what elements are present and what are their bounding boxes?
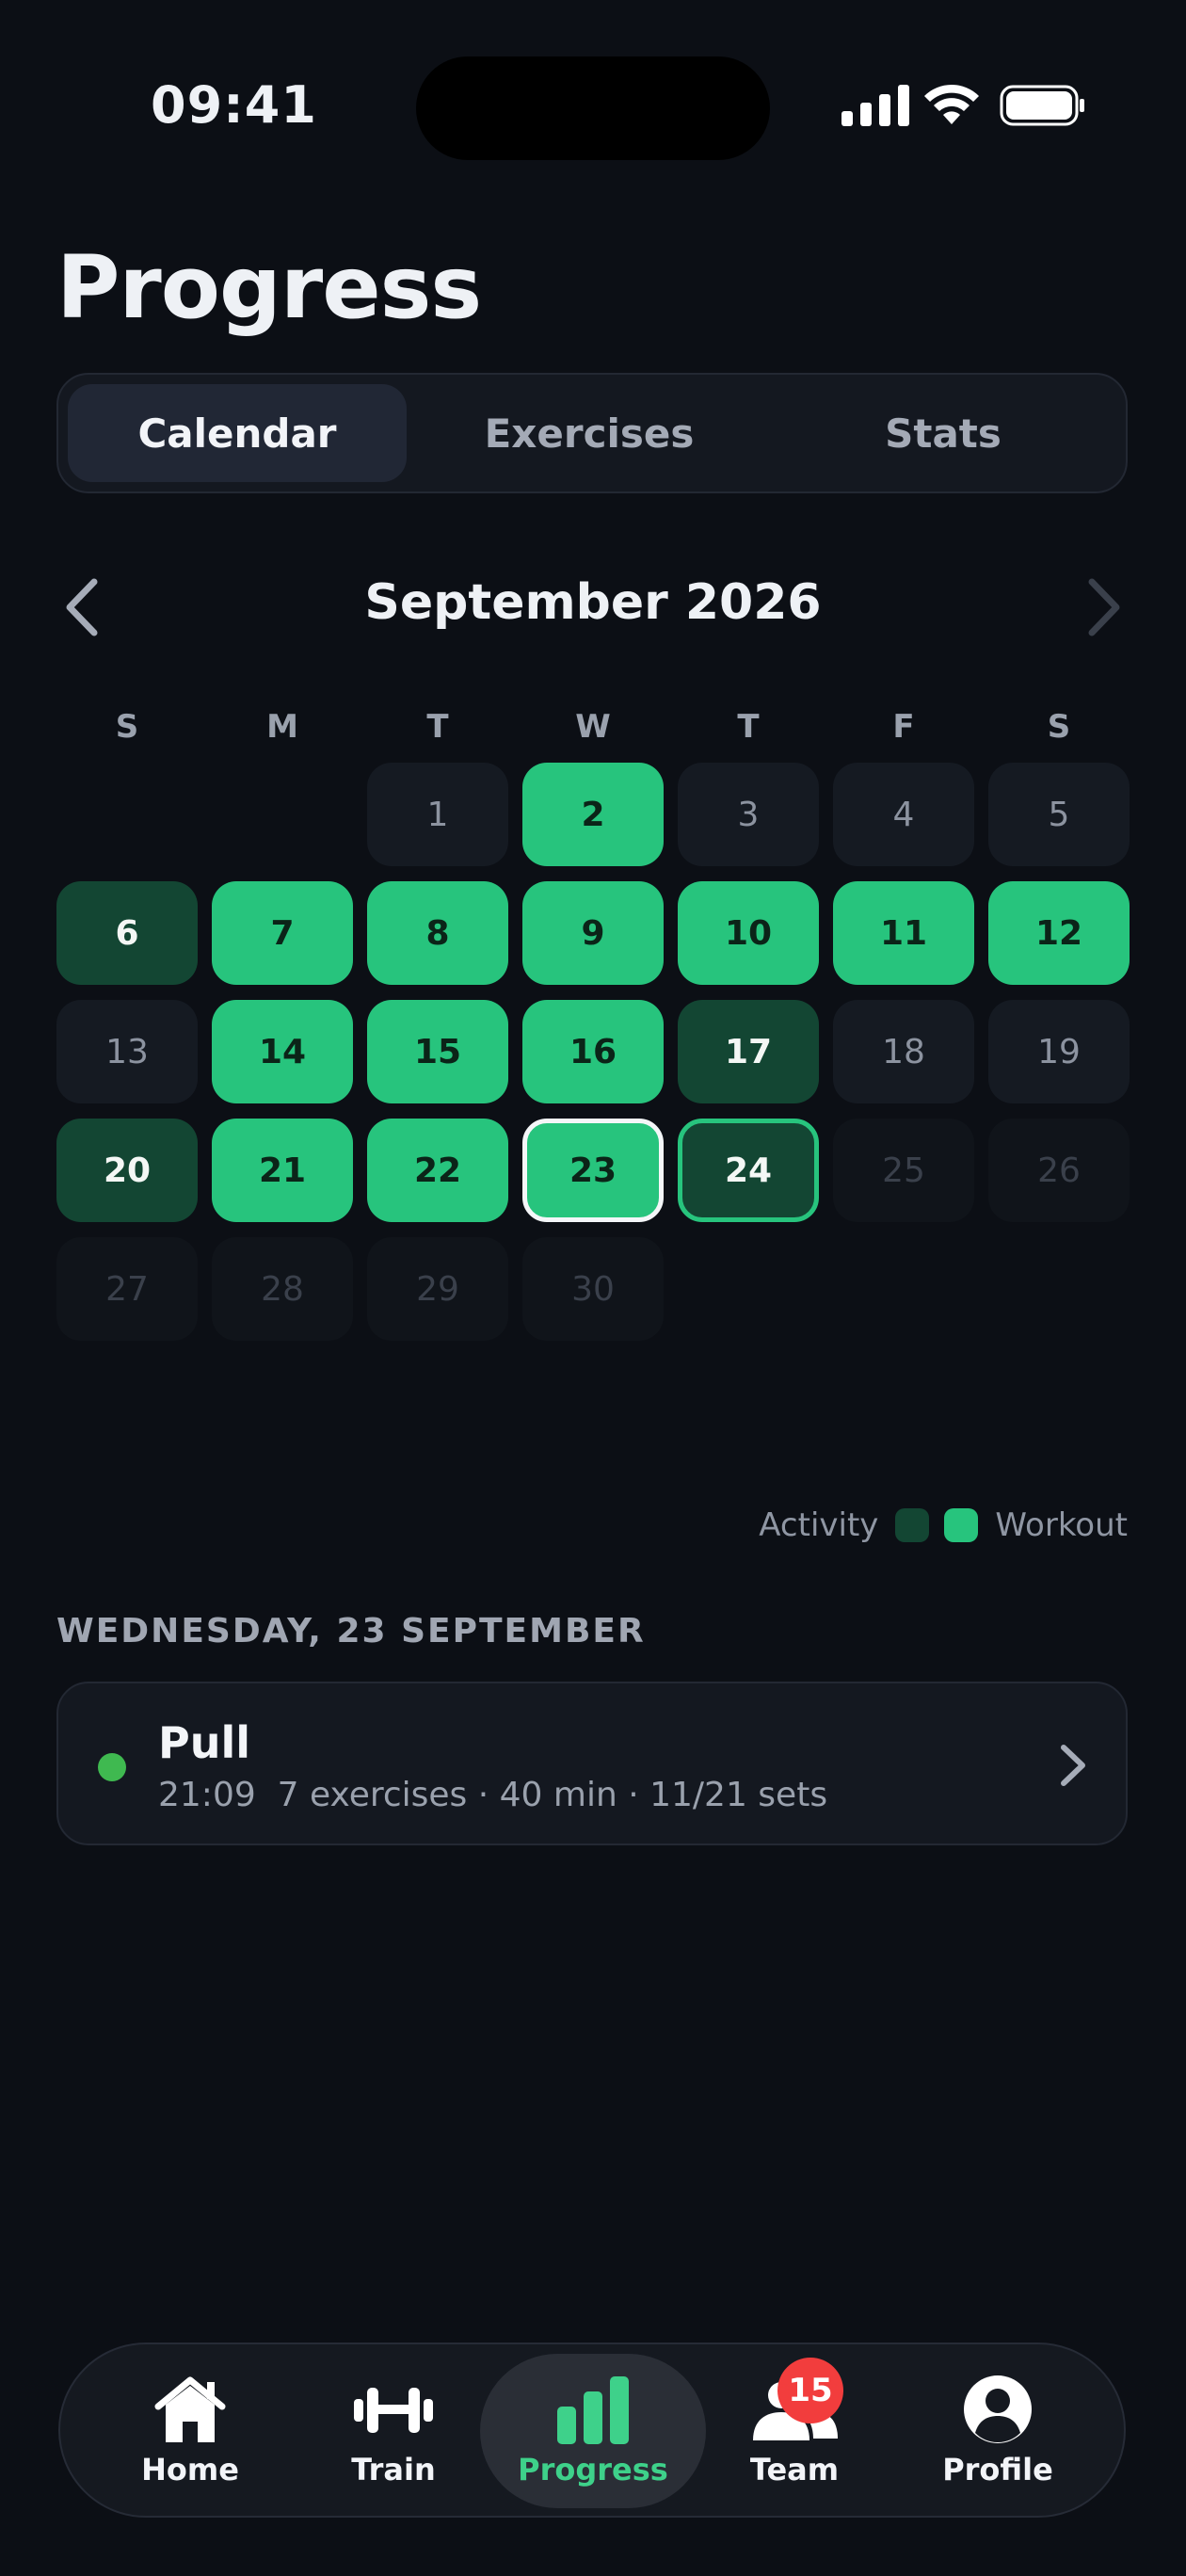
calendar-day[interactable]: 4 xyxy=(833,763,974,866)
calendar-day[interactable]: 29 xyxy=(367,1237,508,1341)
session-title: Pull xyxy=(158,1717,250,1768)
calendar-day[interactable]: 26 xyxy=(988,1119,1130,1222)
weekday-label: S xyxy=(1047,708,1071,746)
legend-activity-label: Activity xyxy=(759,1506,879,1544)
weekday-label: S xyxy=(115,708,139,746)
nav-progress-label: Progress xyxy=(518,2452,668,2487)
calendar-day[interactable]: 1 xyxy=(367,763,508,866)
cellular-signal-icon xyxy=(841,85,909,126)
legend-workout-swatch xyxy=(944,1508,979,1542)
workout-session-card[interactable]: Pull 21:09 7 exercises · 40 min · 11/21 … xyxy=(56,1682,1128,1845)
weekday-label: M xyxy=(266,708,298,746)
nav-team-label: Team xyxy=(749,2452,840,2487)
calendar-day[interactable]: 18 xyxy=(833,1000,974,1103)
tab-exercises[interactable]: Exercises xyxy=(420,384,759,482)
nav-home-label: Home xyxy=(141,2452,239,2487)
session-details: 7 exercises · 40 min · 11/21 sets xyxy=(277,1776,828,1814)
status-bar: 09:41 xyxy=(0,0,1186,188)
status-time: 09:41 xyxy=(151,75,317,135)
calendar-day[interactable]: 2 xyxy=(522,763,664,866)
weekday-label: W xyxy=(575,708,611,746)
calendar-day[interactable]: 27 xyxy=(56,1237,198,1341)
weekday-label: T xyxy=(426,708,449,746)
month-label: September 2026 xyxy=(364,574,822,631)
nav-profile-label: Profile xyxy=(942,2452,1053,2487)
team-notification-badge: 15 xyxy=(777,2358,843,2423)
battery-icon xyxy=(1000,85,1084,126)
calendar-day[interactable]: 9 xyxy=(522,881,664,985)
calendar-day[interactable]: 14 xyxy=(212,1000,353,1103)
weekday-label: F xyxy=(892,708,915,746)
session-time: 21:09 xyxy=(158,1776,256,1814)
dynamic-island xyxy=(416,56,770,160)
nav-home[interactable]: Home xyxy=(77,2354,303,2508)
chevron-right-icon xyxy=(1061,1745,1085,1786)
calendar-day[interactable]: 20 xyxy=(56,1119,198,1222)
calendar-day[interactable]: 19 xyxy=(988,1000,1130,1103)
nav-train[interactable]: Train xyxy=(280,2354,506,2508)
nav-progress[interactable]: Progress xyxy=(480,2354,706,2508)
calendar-day[interactable]: 22 xyxy=(367,1119,508,1222)
next-month-icon[interactable] xyxy=(1081,574,1128,640)
bar-chart-icon xyxy=(557,2376,629,2444)
home-icon xyxy=(154,2376,226,2442)
calendar-day[interactable]: 28 xyxy=(212,1237,353,1341)
nav-train-label: Train xyxy=(351,2452,436,2487)
nav-profile[interactable]: Profile xyxy=(885,2354,1111,2508)
page-title: Progress xyxy=(56,237,482,338)
calendar-day[interactable]: 6 xyxy=(56,881,198,985)
calendar-legend: Activity Workout xyxy=(759,1506,1128,1544)
tab-calendar[interactable]: Calendar xyxy=(68,384,407,482)
dumbbell-icon xyxy=(354,2388,433,2433)
legend-workout-label: Workout xyxy=(995,1506,1128,1544)
calendar-day[interactable]: 8 xyxy=(367,881,508,985)
calendar-day[interactable]: 30 xyxy=(522,1237,664,1341)
calendar-day[interactable]: 21 xyxy=(212,1119,353,1222)
view-segmented-control: Calendar Exercises Stats xyxy=(56,373,1128,493)
calendar-day[interactable]: 25 xyxy=(833,1119,974,1222)
tab-stats[interactable]: Stats xyxy=(774,384,1113,482)
calendar-day[interactable]: 24 xyxy=(678,1119,819,1222)
bottom-tab-bar: Home Train Progress Team Profile xyxy=(58,2343,1126,2518)
previous-month-icon[interactable] xyxy=(58,574,105,640)
session-status-dot xyxy=(98,1753,126,1781)
selected-date-heading: WEDNESDAY, 23 SEPTEMBER xyxy=(56,1612,646,1650)
calendar-day[interactable]: 17 xyxy=(678,1000,819,1103)
profile-icon xyxy=(964,2375,1032,2443)
calendar-day[interactable]: 13 xyxy=(56,1000,198,1103)
calendar-day[interactable]: 10 xyxy=(678,881,819,985)
wifi-icon xyxy=(924,84,979,124)
calendar-day[interactable]: 7 xyxy=(212,881,353,985)
calendar-day[interactable]: 5 xyxy=(988,763,1130,866)
calendar-day[interactable]: 11 xyxy=(833,881,974,985)
calendar-day[interactable]: 23 xyxy=(522,1119,664,1222)
calendar-day[interactable]: 12 xyxy=(988,881,1130,985)
session-subtitle: 21:09 7 exercises · 40 min · 11/21 sets xyxy=(158,1776,827,1814)
calendar-day[interactable]: 15 xyxy=(367,1000,508,1103)
weekday-label: T xyxy=(737,708,760,746)
calendar-day[interactable]: 3 xyxy=(678,763,819,866)
calendar-day[interactable]: 16 xyxy=(522,1000,664,1103)
legend-activity-swatch xyxy=(895,1508,930,1542)
